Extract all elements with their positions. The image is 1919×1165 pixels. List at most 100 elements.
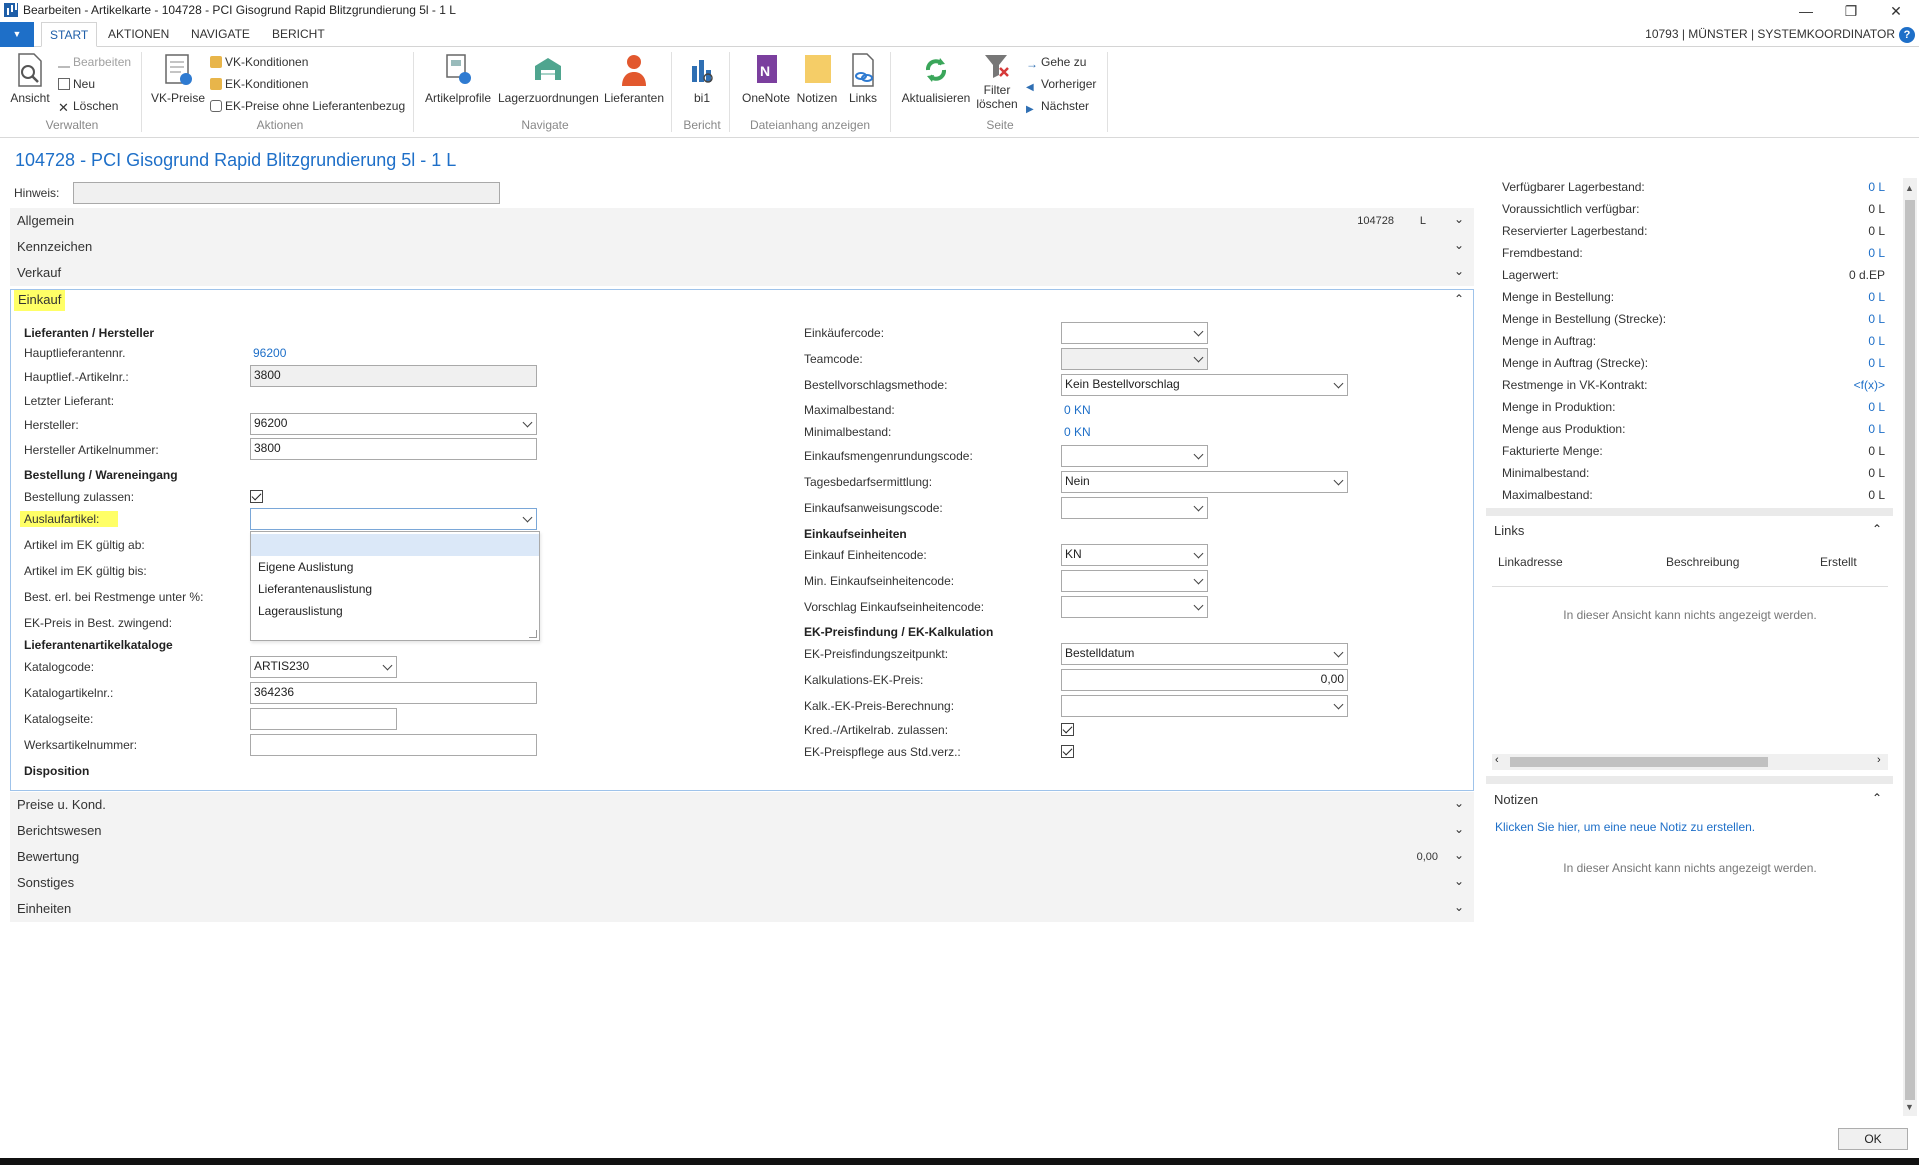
ok-button[interactable]: OK bbox=[1838, 1128, 1908, 1150]
restore-button[interactable]: ❐ bbox=[1828, 0, 1874, 22]
hinweis-field[interactable] bbox=[73, 182, 500, 204]
close-button[interactable]: ✕ bbox=[1873, 0, 1919, 22]
tagesbedarfsermittlung-select[interactable]: Nein bbox=[1061, 471, 1348, 493]
lieferanten-button[interactable]: Lieferanten bbox=[602, 52, 666, 105]
chevron-up-icon[interactable]: ⌃ bbox=[1872, 522, 1882, 536]
ek-preise-ohne-button[interactable]: EK-Preise ohne Lieferantenbezug bbox=[210, 99, 405, 113]
links-button[interactable]: Links bbox=[844, 52, 882, 105]
fasttab-einkauf-label[interactable]: Einkauf bbox=[14, 290, 66, 311]
ribbon-separator bbox=[1107, 52, 1108, 132]
einkaufsanweisungscode-select[interactable] bbox=[1061, 497, 1208, 519]
dropdown-option-eigene-auslistung[interactable]: Eigene Auslistung bbox=[251, 557, 539, 579]
vk-konditionen-button[interactable]: VK-Konditionen bbox=[210, 55, 308, 69]
dropdown-option-lagerauslistung[interactable]: Lagerauslistung bbox=[251, 601, 539, 623]
ek-preisfindungszeitpunkt-select[interactable]: Bestelldatum bbox=[1061, 643, 1348, 665]
fasttab-bewertung[interactable]: Bewertung 0,00 ⌄ bbox=[10, 844, 1474, 870]
werksartikelnummer-field[interactable] bbox=[250, 734, 537, 756]
gehe-zu-button[interactable]: → Gehe zu bbox=[1026, 55, 1086, 71]
einkauf-einheitencode-select[interactable]: KN bbox=[1061, 544, 1208, 566]
artikelprofile-button[interactable]: Artikelprofile bbox=[422, 52, 494, 105]
tab-aktionen[interactable]: AKTIONEN bbox=[100, 22, 177, 47]
factbox-stock-value[interactable]: 0 L bbox=[1868, 312, 1885, 326]
scroll-right-icon[interactable]: › bbox=[1877, 754, 1881, 766]
hersteller-artikelnummer-field[interactable]: 3800 bbox=[250, 438, 537, 460]
maximalbestand-value[interactable]: 0 KN bbox=[1064, 403, 1091, 417]
factbox-stock-value[interactable]: 0 L bbox=[1868, 422, 1885, 436]
fasttab-einheiten[interactable]: Einheiten ⌄ bbox=[10, 896, 1474, 922]
tab-start[interactable]: START bbox=[41, 22, 98, 47]
factbox-stock-value[interactable]: 0 L bbox=[1868, 246, 1885, 260]
chevron-up-icon[interactable]: ⌃ bbox=[1872, 791, 1882, 805]
section-disposition[interactable]: Disposition bbox=[24, 764, 89, 778]
bearbeiten-button[interactable]: Bearbeiten bbox=[58, 55, 131, 69]
hauptlieferantennr-value[interactable]: 96200 bbox=[253, 346, 286, 360]
factbox-stock-value[interactable]: <f(x)> bbox=[1854, 378, 1885, 392]
fasttab-allgemein[interactable]: Allgemein 104728 L ⌄ bbox=[10, 208, 1474, 234]
tab-navigate[interactable]: NAVIGATE bbox=[183, 22, 258, 47]
links-column-linkadresse[interactable]: Linkadresse bbox=[1498, 555, 1563, 569]
links-column-erstellt[interactable]: Erstellt bbox=[1820, 555, 1857, 569]
chevron-down-icon bbox=[1333, 647, 1344, 658]
scroll-up-icon[interactable]: ▲ bbox=[1905, 183, 1914, 193]
bestellvorschlagsmethode-select[interactable]: Kein Bestellvorschlag bbox=[1061, 374, 1348, 396]
factbox-stock-label: Minimalbestand: bbox=[1502, 466, 1590, 480]
help-icon[interactable]: ? bbox=[1899, 27, 1915, 43]
factbox-vscroll-thumb[interactable] bbox=[1905, 200, 1915, 1100]
fasttab-kennzeichen[interactable]: Kennzeichen ⌄ bbox=[10, 234, 1474, 260]
notizen-button[interactable]: Notizen bbox=[794, 52, 840, 105]
resize-grip-icon[interactable] bbox=[529, 630, 537, 638]
factbox-stock-value[interactable]: 0 L bbox=[1868, 180, 1885, 194]
app-menu-button[interactable]: ▼ bbox=[0, 22, 34, 47]
einkaufsmengenrundungscode-select[interactable] bbox=[1061, 445, 1208, 467]
ek-preispflege-checkbox[interactable] bbox=[1061, 745, 1074, 758]
auslaufartikel-select[interactable] bbox=[250, 508, 537, 530]
lagerzuordnungen-button[interactable]: Lagerzuordnungen bbox=[498, 52, 599, 105]
katalogseite-field[interactable] bbox=[250, 708, 397, 730]
bi1-button[interactable]: bi1 bbox=[680, 52, 724, 105]
artikel-ek-gueltig-ab-label: Artikel im EK gültig ab: bbox=[24, 538, 145, 552]
onenote-button[interactable]: N OneNote bbox=[738, 52, 794, 105]
kred-artikelrab-zulassen-checkbox[interactable] bbox=[1061, 723, 1074, 736]
dropdown-option-empty[interactable] bbox=[251, 534, 539, 556]
links-column-beschreibung[interactable]: Beschreibung bbox=[1666, 555, 1739, 569]
katalogartikelnr-field[interactable]: 364236 bbox=[250, 682, 537, 704]
factbox-stock-value[interactable]: 0 L bbox=[1868, 400, 1885, 414]
neu-button[interactable]: Neu bbox=[58, 77, 95, 91]
fasttab-sonstiges[interactable]: Sonstiges ⌄ bbox=[10, 870, 1474, 896]
loeschen-label: Löschen bbox=[73, 99, 119, 113]
new-note-link[interactable]: Klicken Sie hier, um eine neue Notiz zu … bbox=[1495, 820, 1755, 834]
min-einkaufseinheitencode-select[interactable] bbox=[1061, 570, 1208, 592]
ek-konditionen-button[interactable]: EK-Konditionen bbox=[210, 77, 308, 91]
kalkulations-ek-preis-field[interactable]: 0,00 bbox=[1061, 669, 1348, 691]
naechster-button[interactable]: ▶ Nächster bbox=[1026, 99, 1089, 116]
filter-loeschen-button[interactable]: Filter löschen bbox=[975, 52, 1019, 111]
vorheriger-button[interactable]: ◀ Vorheriger bbox=[1026, 77, 1096, 94]
factbox-stock-value[interactable]: 0 L bbox=[1868, 334, 1885, 348]
notizen-label: Notizen bbox=[796, 91, 838, 105]
loeschen-button[interactable]: ✕ Löschen bbox=[58, 99, 118, 114]
scroll-left-icon[interactable]: ‹ bbox=[1495, 754, 1499, 766]
tab-bericht[interactable]: BERICHT bbox=[264, 22, 333, 47]
minimize-button[interactable]: — bbox=[1783, 0, 1829, 22]
factbox-stock-value[interactable]: 0 L bbox=[1868, 356, 1885, 370]
minimalbestand-value[interactable]: 0 KN bbox=[1064, 425, 1091, 439]
dropdown-option-lieferantenauslistung[interactable]: Lieferantenauslistung bbox=[251, 579, 539, 601]
fasttab-verkauf[interactable]: Verkauf ⌄ bbox=[10, 260, 1474, 286]
fasttab-preise-kond[interactable]: Preise u. Kond. ⌄ bbox=[10, 792, 1474, 818]
kalk-ek-preis-berechnung-select[interactable] bbox=[1061, 695, 1348, 717]
katalogcode-select[interactable]: ARTIS230 bbox=[250, 656, 397, 678]
scroll-down-icon[interactable]: ▼ bbox=[1905, 1102, 1914, 1112]
hersteller-select[interactable]: 96200 bbox=[250, 413, 537, 435]
ansicht-button[interactable]: Ansicht bbox=[9, 52, 51, 105]
links-hscroll-thumb[interactable] bbox=[1510, 757, 1768, 767]
fasttab-berichtswesen[interactable]: Berichtswesen ⌄ bbox=[10, 818, 1474, 844]
bestellung-zulassen-checkbox[interactable] bbox=[250, 490, 263, 503]
teamcode-select[interactable] bbox=[1061, 348, 1208, 370]
aktualisieren-button[interactable]: Aktualisieren bbox=[899, 52, 973, 105]
factbox-stock-value[interactable]: 0 L bbox=[1868, 290, 1885, 304]
vorschlag-einkaufseinheitencode-select[interactable] bbox=[1061, 596, 1208, 618]
hauptlief-artikelnr-field[interactable]: 3800 bbox=[250, 365, 537, 387]
chevron-up-icon[interactable]: ⌃ bbox=[1454, 292, 1464, 306]
einkaeufercode-select[interactable] bbox=[1061, 322, 1208, 344]
vk-preise-button[interactable]: VK-Preise bbox=[150, 52, 206, 105]
